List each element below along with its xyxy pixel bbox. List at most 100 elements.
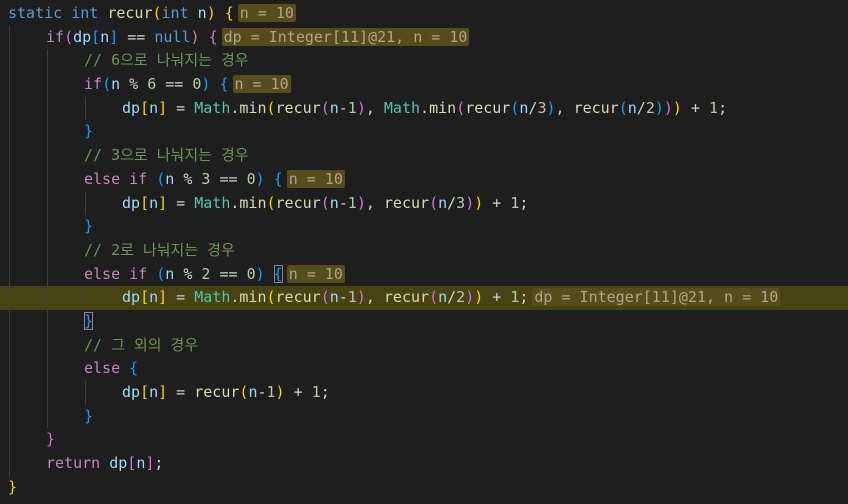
code-token: { — [219, 75, 229, 94]
code-content: if(dp[n] == null) {dp = Integer[11]@21, … — [46, 27, 470, 46]
code-token: ( — [266, 288, 276, 307]
code-comment: // 2로 나눠지는 경우 — [84, 240, 235, 259]
code-token: recur — [573, 98, 619, 117]
code-token: ] — [158, 383, 168, 401]
code-line[interactable]: // 그 외의 경우 — [0, 333, 848, 358]
code-token: dp — [73, 27, 92, 46]
code-token: ) — [206, 4, 216, 22]
indent-guide — [9, 96, 10, 121]
code-editor[interactable]: static int recur(int n) {n = 10 if(dp[n] … — [0, 0, 848, 504]
code-line[interactable]: return dp[n]; — [0, 452, 848, 476]
code-token: ( — [64, 27, 74, 46]
indent-guide — [85, 96, 86, 121]
indent-guide — [9, 286, 10, 310]
code-token: recur — [383, 288, 430, 307]
code-token: dp — [122, 98, 141, 117]
code-token: ( — [618, 98, 628, 117]
code-token: + — [483, 288, 511, 307]
code-token: static — [8, 4, 63, 22]
code-token: / — [636, 98, 646, 117]
code-token: recur — [194, 383, 240, 401]
code-line[interactable]: } — [0, 476, 848, 500]
indent-guide — [47, 286, 48, 310]
code-line-current[interactable]: dp[n] = Math.min(recur(n-1), recur(n/2))… — [0, 286, 848, 310]
code-token: if — [129, 264, 148, 283]
code-token: n — [136, 454, 146, 473]
code-token: - — [338, 193, 348, 212]
code-token: ) — [546, 98, 556, 117]
inline-debug-value: n = 10 — [237, 4, 296, 22]
code-line[interactable]: if(n % 6 == 0) {n = 10 — [0, 73, 848, 97]
code-token: % — [174, 169, 202, 188]
code-token: ) — [255, 169, 265, 188]
code-line[interactable]: dp[n] = Math.min(recur(n-1), Math.min(re… — [0, 96, 848, 121]
code-line[interactable]: // 2로 나눠지는 경우 — [0, 238, 848, 263]
code-token: { — [224, 4, 234, 22]
code-content: } — [8, 478, 17, 496]
code-line[interactable]: if(dp[n] == null) {dp = Integer[11]@21, … — [0, 25, 848, 50]
code-line[interactable]: dp[n] = recur(n-1) + 1; — [0, 381, 848, 405]
code-token: min — [239, 193, 267, 212]
code-token: 0 — [246, 169, 256, 188]
code-line[interactable]: } — [0, 404, 848, 429]
indent-guide — [9, 262, 10, 287]
code-token: - — [257, 383, 267, 401]
code-token: 1 — [347, 288, 357, 307]
indent-guide — [47, 381, 48, 405]
code-line[interactable]: // 3으로 나눠지는 경우 — [0, 144, 848, 168]
code-token: ( — [320, 288, 330, 307]
code-token: n — [438, 288, 448, 307]
code-content: dp[n] = Math.min(recur(n-1), recur(n/2))… — [122, 288, 781, 307]
code-token: Math — [194, 288, 231, 307]
code-token: n — [100, 27, 110, 46]
code-line[interactable]: else if (n % 3 == 0) {n = 10 — [0, 167, 848, 192]
code-token: { — [129, 359, 139, 378]
code-line[interactable]: } — [0, 120, 848, 145]
indent-guide — [9, 25, 10, 50]
code-line[interactable]: static int recur(int n) {n = 10 — [0, 2, 848, 26]
code-line[interactable]: } — [0, 215, 848, 239]
inline-debug-value: n = 10 — [232, 75, 291, 94]
code-token: } — [84, 406, 94, 425]
code-line[interactable]: dp[n] = Math.min(recur(n-1), recur(n/3))… — [0, 191, 848, 216]
code-content: dp[n] = Math.min(recur(n-1), Math.min(re… — [122, 99, 727, 117]
code-token: { — [273, 264, 283, 283]
code-content: } — [46, 430, 55, 448]
indent-guide — [47, 238, 48, 263]
code-token: } — [84, 217, 94, 236]
code-line[interactable]: } — [0, 428, 848, 453]
indent-guide — [9, 428, 10, 453]
code-token: n — [438, 193, 448, 212]
indent-guide — [9, 167, 10, 192]
code-token: , — [365, 98, 384, 117]
indent-guide — [47, 309, 48, 334]
code-content: } — [84, 217, 93, 235]
code-token: ; — [320, 383, 330, 401]
indent-guide — [9, 238, 10, 263]
code-token: ; — [519, 288, 529, 307]
code-token: ) — [672, 98, 682, 117]
code-token: dp — [109, 454, 128, 473]
code-token: ) — [474, 193, 484, 212]
code-token: recur — [275, 193, 321, 212]
indent-guide — [9, 73, 10, 97]
inline-debug-value: dp = Integer[11]@21, n = 10 — [221, 27, 470, 46]
code-line[interactable]: // 6으로 나눠지는 경우 — [0, 49, 848, 74]
code-line[interactable]: } — [0, 309, 848, 334]
code-comment: // 그 외의 경우 — [84, 335, 199, 354]
code-line[interactable]: else { — [0, 357, 848, 381]
code-token: dp — [122, 288, 141, 307]
code-token: - — [338, 98, 348, 117]
code-line[interactable]: else if (n % 2 == 0) {n = 10 — [0, 262, 848, 287]
code-content: // 3으로 나눠지는 경우 — [84, 146, 249, 164]
code-token: min — [429, 98, 457, 117]
code-token: recur — [383, 193, 430, 212]
indent-guide — [9, 357, 10, 381]
code-token: ( — [156, 264, 166, 283]
